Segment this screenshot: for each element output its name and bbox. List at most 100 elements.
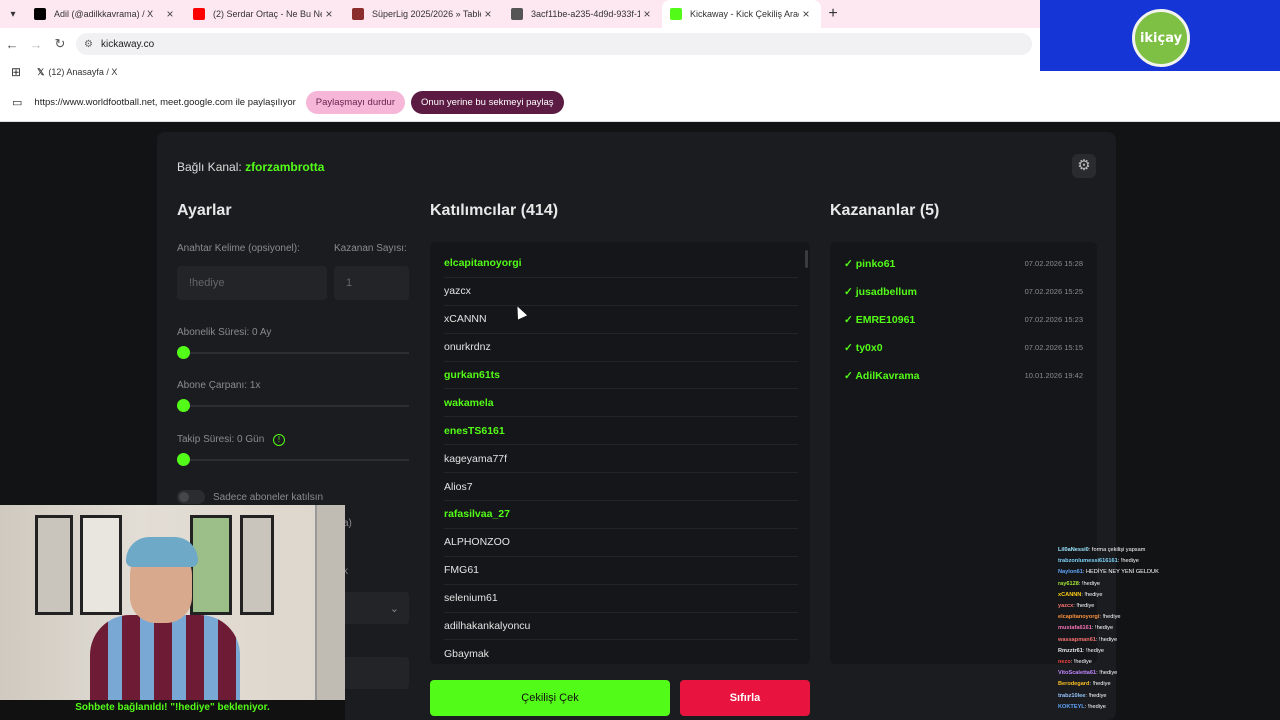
connected-channel: Bağlı Kanal: zforzambrotta: [177, 160, 325, 174]
share-info-text: https://www.worldfootball.net, meet.goog…: [34, 97, 296, 108]
browser-tab[interactable]: 3acf11be-a235-4d9d-933f-17e7×: [503, 0, 662, 28]
chat-username: VitoScaletta61: [1058, 670, 1097, 677]
participant-name: kageyama77f: [444, 452, 508, 465]
participant-row: FMG61: [444, 557, 798, 585]
stop-sharing-button[interactable]: Paylaşmayı durdur: [305, 91, 405, 114]
browser-tab[interactable]: Adil (@adilkkavrama) / X ×: [26, 0, 185, 28]
close-tab-icon[interactable]: ×: [640, 7, 654, 21]
winners-list: ✓ pinko61 07.02.2026 15:28 ✓ jusadbellum 07…: [830, 242, 1097, 664]
browser-tab[interactable]: (2) Serdar Ortaç - Ne Bu Neşe -×: [185, 0, 344, 28]
winner-name: ✓ EMRE10961: [844, 313, 916, 326]
participant-row: xCANNN: [444, 306, 798, 334]
participant-name: enesTS6161: [444, 424, 505, 437]
chat-username: elcapitanoyorgi: [1058, 614, 1100, 621]
chat-message: trabz10lee: !hediye: [1058, 691, 1278, 702]
follow-duration-slider[interactable]: [177, 453, 409, 466]
participant-name: gurkan61ts: [444, 369, 501, 381]
webcam-overlay: [0, 505, 345, 700]
chat-username: Naylon61: [1058, 569, 1083, 576]
participant-row: onurkrdnz: [444, 334, 798, 362]
chat-text: : HEDİYE NEY YENİ GELDUK: [1082, 569, 1159, 576]
settings-gear-icon[interactable]: ⚙: [1072, 154, 1096, 178]
chat-text: : !hediye: [1095, 636, 1118, 643]
winner-row: ✓ jusadbellum 07.02.2026 15:25: [844, 278, 1083, 306]
winner-row: ✓ ty0x0 07.02.2026 15:15: [844, 334, 1083, 362]
slider-knob[interactable]: [177, 453, 190, 466]
participant-name: onurkrdnz: [444, 341, 491, 354]
reset-button[interactable]: Sıfırla: [680, 680, 810, 716]
participants-title: Katılımcılar (414): [430, 202, 559, 219]
wall-frame: [240, 515, 274, 615]
scrollbar[interactable]: [805, 250, 808, 268]
participant-row: rafasilvaa_27: [444, 501, 798, 529]
keyword-input[interactable]: !hediye: [177, 266, 327, 300]
sub-multiplier-slider[interactable]: [177, 399, 409, 412]
winners-title: Kazananlar (5): [830, 202, 940, 219]
chat-message: ray6128: !hediye: [1058, 579, 1278, 590]
chat-message: wassapman61: !hediye: [1058, 635, 1278, 646]
chat-username: Berodegard: [1058, 681, 1090, 688]
slider-knob[interactable]: [177, 346, 190, 359]
tab-title: (2) Serdar Ortaç - Ne Bu Neşe -: [213, 9, 322, 19]
tab-title: SüperLig 2025/2026 » Table: [372, 9, 481, 19]
chat-message: trabzonlumessi616161: !hediye: [1058, 556, 1278, 567]
only-subs-label: Sadece aboneler katılsın: [213, 492, 324, 503]
sub-duration-slider[interactable]: [177, 346, 409, 359]
chat-username: wassapman61: [1058, 636, 1096, 643]
participant-row: Alios7: [444, 473, 798, 502]
browser-tab[interactable]: SüperLig 2025/2026 » Table ×: [344, 0, 503, 28]
chat-message: mustafa6161: !hediye: [1058, 623, 1278, 634]
tab-title: Kickaway - Kick Çekiliş Aracı: [690, 9, 799, 19]
jersey: [90, 615, 240, 700]
chat-text: : !hediye: [1081, 591, 1103, 598]
participant-row: Gbaymak: [444, 640, 798, 664]
sub-duration-label: Abonelik Süresi: 0 Ay: [177, 327, 272, 338]
apps-grid-icon[interactable]: ⊞: [11, 65, 21, 79]
chevron-down-icon: ⌄: [389, 603, 399, 615]
kick-icon: [670, 8, 682, 20]
winner-date: 10.01.2026 19:42: [1024, 371, 1083, 380]
back-arrow-icon[interactable]: ←: [0, 37, 24, 52]
forward-arrow-icon[interactable]: →: [24, 37, 48, 52]
new-tab-button[interactable]: +: [821, 5, 845, 23]
winner-count-label: Kazanan Sayısı:: [334, 243, 407, 254]
bookmark-item[interactable]: (12) Anasayfa / X: [48, 67, 117, 77]
info-icon[interactable]: !: [273, 434, 286, 446]
participant-name: xCANNN: [444, 313, 487, 326]
chat-status-caption: Sohbete bağlanıldı! "!hediye" bekleniyor…: [0, 700, 345, 720]
chat-username: ray6128: [1058, 580, 1079, 587]
winner-count-input[interactable]: 1: [334, 266, 409, 300]
chat-message: nezo: !hediye: [1058, 657, 1278, 668]
close-tab-icon[interactable]: ×: [799, 7, 813, 21]
draw-giveaway-button[interactable]: Çekilişi Çek: [430, 680, 670, 716]
chat-username: KOKTEYL: [1058, 703, 1085, 710]
slider-knob[interactable]: [177, 399, 190, 412]
settings-input[interactable]: [343, 657, 409, 689]
dropdown-select[interactable]: ⌄: [343, 592, 409, 624]
reload-icon[interactable]: ↻: [48, 36, 72, 52]
tab-search-chevron-icon[interactable]: ▾: [0, 0, 26, 28]
chat-username: Lil0aNessi0: [1058, 547, 1089, 553]
globe-icon: [511, 8, 523, 20]
participant-row: enesTS6161: [444, 417, 798, 446]
ikicay-logo: ikiçay: [1132, 9, 1190, 67]
share-this-tab-button[interactable]: Onun yerine bu sekmeyi paylaş: [411, 91, 564, 114]
close-tab-icon[interactable]: ×: [322, 7, 336, 21]
participant-name: selenium61: [444, 592, 498, 605]
chat-text: : !hediye: [1070, 659, 1092, 666]
chat-message: VitoScaletta61: !hediye: [1058, 668, 1278, 679]
follow-duration-label: Takip Süresi: 0 Gün !: [177, 434, 286, 446]
chat-message: Rmzztr61: !hediye: [1058, 646, 1278, 657]
winner-name: ✓ pinko61: [844, 257, 896, 270]
only-subs-toggle[interactable]: [177, 490, 205, 504]
close-tab-icon[interactable]: ×: [163, 7, 177, 21]
browser-tab[interactable]: Kickaway - Kick Çekiliş Aracı ×: [662, 0, 821, 28]
url-field[interactable]: ⚙ kickaway.co: [76, 33, 1032, 55]
screen-share-icon: ▭: [12, 97, 23, 109]
site-info-icon[interactable]: ⚙: [84, 39, 93, 50]
close-tab-icon[interactable]: ×: [481, 7, 495, 21]
chat-message: Berodegard: !hediye: [1058, 679, 1278, 690]
stream-logo-overlay: ikiçay: [1040, 0, 1280, 71]
chat-message: elcapitanoyorgi: !hediye: [1058, 612, 1278, 623]
chat-text: : !hediye: [1117, 558, 1139, 565]
